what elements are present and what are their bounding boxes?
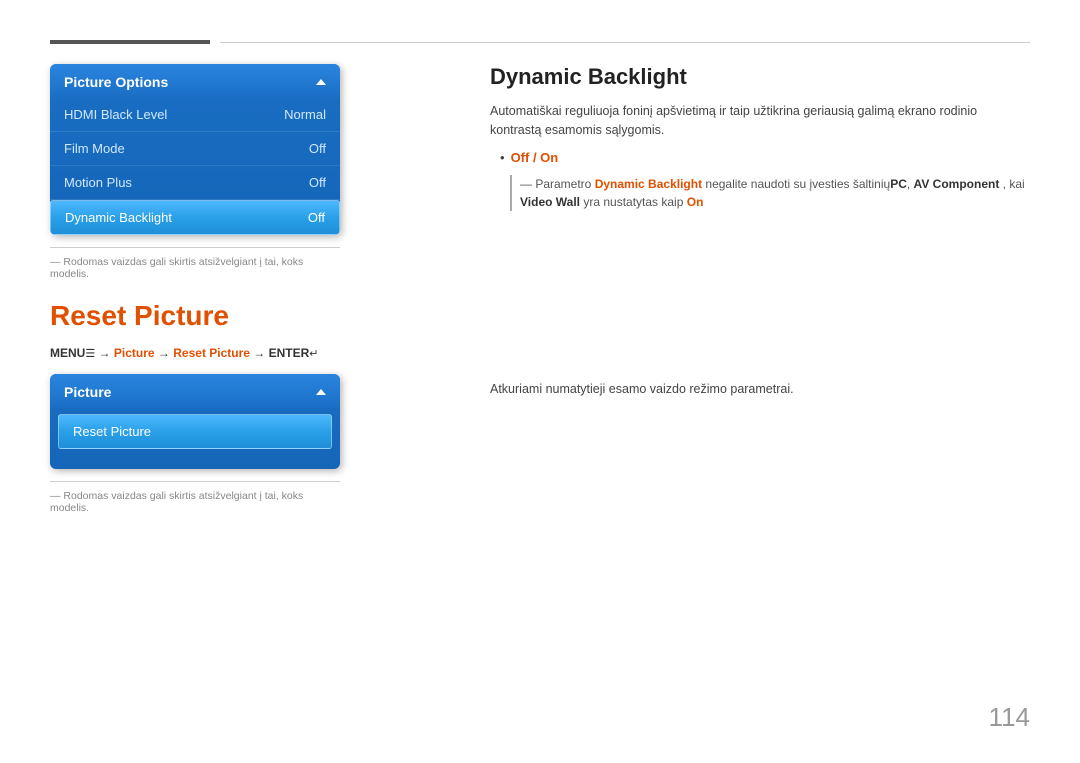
left-column-top: Picture Options HDMI Black Level Normal … (50, 64, 430, 280)
page-container: Picture Options HDMI Black Level Normal … (0, 0, 1080, 763)
bullet-dot: • (500, 150, 505, 165)
note-suffix: yra nustatytas kaip (580, 195, 687, 209)
hdmi-label: HDMI Black Level (64, 107, 167, 122)
motion-label: Motion Plus (64, 175, 132, 190)
top-section: Picture Options HDMI Black Level Normal … (50, 64, 1030, 280)
panel-title: Picture Options (64, 74, 168, 90)
film-label: Film Mode (64, 141, 125, 156)
menu-path: MENU☰ → Picture → Reset Picture → ENTER↵ (50, 346, 430, 360)
arrow3: → (250, 346, 269, 360)
menu-keyword: MENU (50, 346, 85, 360)
dynamic-value: Off (308, 210, 325, 225)
menu-item-dynamic-backlight[interactable]: Dynamic Backlight Off (50, 200, 340, 235)
path-reset: Reset Picture (173, 346, 250, 360)
menu-item-reset-picture[interactable]: Reset Picture (58, 414, 332, 449)
top-rule (50, 40, 1030, 44)
bullet-row: • Off / On (500, 150, 1030, 165)
picture-panel-header: Picture (50, 374, 340, 408)
enter-icon: ↵ (309, 348, 318, 360)
note-on: On (687, 195, 704, 209)
left-column-bottom: Reset Picture MENU☰ → Picture → Reset Pi… (50, 300, 430, 514)
note-bold2: PC (890, 177, 907, 191)
reset-picture-item-label: Reset Picture (73, 424, 151, 439)
picture-panel: Picture Reset Picture (50, 374, 340, 469)
note-comma: , (907, 177, 914, 191)
note-comma2: , kai (999, 177, 1024, 191)
menu-item-motion[interactable]: Motion Plus Off (50, 166, 340, 200)
menu-item-film[interactable]: Film Mode Off (50, 132, 340, 166)
arrow1: → (95, 346, 114, 360)
note-bold3: AV Component (914, 177, 1000, 191)
picture-options-panel: Picture Options HDMI Black Level Normal … (50, 64, 340, 235)
note-bold1: Dynamic Backlight (595, 177, 702, 191)
menu-icon: ☰ (85, 348, 95, 360)
path-picture: Picture (114, 346, 155, 360)
right-column-top: Dynamic Backlight Automatiškai reguliuoj… (430, 64, 1030, 280)
note-line: ― Parametro Dynamic Backlight negalite n… (510, 175, 1030, 211)
panel-header: Picture Options (50, 64, 340, 98)
reset-desc: Atkuriami numatytieji esamo vaizdo režim… (490, 380, 1030, 399)
arrow-up-icon (316, 79, 326, 85)
motion-value: Off (309, 175, 326, 190)
bottom-footnote: ― Rodomas vaizdas gali skirtis atsižvelg… (50, 481, 340, 514)
reset-picture-title: Reset Picture (50, 300, 430, 332)
hdmi-value: Normal (284, 107, 326, 122)
dynamic-label: Dynamic Backlight (65, 210, 172, 225)
note-bold4: Video Wall (520, 195, 580, 209)
arrow2: → (155, 346, 174, 360)
page-number: 114 (989, 702, 1030, 733)
right-column-bottom: Atkuriami numatytieji esamo vaizdo režim… (430, 300, 1030, 514)
note-mid: negalite naudoti su įvesties šaltinių (702, 177, 890, 191)
note-prefix: ― Parametro (520, 177, 595, 191)
dynamic-backlight-title: Dynamic Backlight (490, 64, 1030, 90)
rule-thick (50, 40, 210, 44)
dynamic-backlight-desc: Automatiškai reguliuoja foninį apšvietim… (490, 102, 1030, 140)
top-footnote: ― Rodomas vaizdas gali skirtis atsižvelg… (50, 247, 340, 280)
rule-thin (220, 42, 1030, 43)
menu-item-hdmi[interactable]: HDMI Black Level Normal (50, 98, 340, 132)
picture-panel-title: Picture (64, 384, 111, 400)
path-enter: ENTER (269, 346, 310, 360)
film-value: Off (309, 141, 326, 156)
bullet-label: Off / On (511, 150, 559, 165)
bottom-section: Reset Picture MENU☰ → Picture → Reset Pi… (50, 300, 1030, 514)
picture-arrow-up-icon (316, 389, 326, 395)
